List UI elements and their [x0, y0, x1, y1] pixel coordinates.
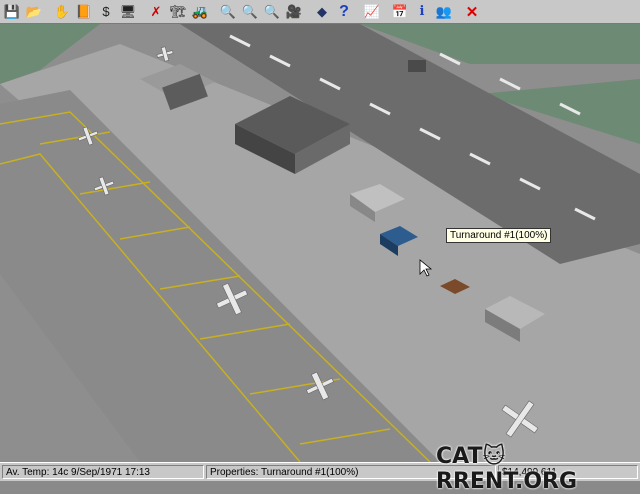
- calendar-icon[interactable]: 📅: [390, 2, 410, 22]
- info-icon[interactable]: i: [412, 2, 432, 22]
- airport-viewport[interactable]: [0, 24, 640, 462]
- load-icon[interactable]: 📂: [24, 2, 44, 22]
- zoom-out-icon[interactable]: 🔍: [218, 2, 238, 22]
- monitor-icon[interactable]: 🖥: [118, 2, 138, 22]
- status-temp-date: Av. Temp: 14c 9/Sep/1971 17:13: [2, 465, 204, 479]
- construct-icon[interactable]: 🏗: [168, 2, 188, 22]
- help-icon[interactable]: ?: [334, 2, 354, 22]
- toolbar: 💾 📂 ✋ 📙 $ 🖥 ✗ 🏗 🚜 🔍 🔍 🔍 🎥 ◆ ? 📈 📅 i 👥 ✕: [0, 0, 640, 24]
- small-building: [408, 60, 426, 72]
- close-icon[interactable]: ✕: [462, 2, 482, 22]
- save-icon[interactable]: 💾: [2, 2, 22, 22]
- watermark: CAT🐱RRENT.ORG: [436, 444, 578, 494]
- zoom-reset-icon[interactable]: 🔍: [262, 2, 282, 22]
- bulldozer-icon[interactable]: 🚜: [190, 2, 210, 22]
- notebook-icon[interactable]: 📙: [74, 2, 94, 22]
- layers-icon[interactable]: ◆: [312, 2, 332, 22]
- graph-icon[interactable]: 📈: [362, 2, 382, 22]
- demolish-icon[interactable]: ✗: [146, 2, 166, 22]
- zoom-in-icon[interactable]: 🔍: [240, 2, 260, 22]
- camera-icon[interactable]: 🎥: [284, 2, 304, 22]
- finance-icon[interactable]: $: [96, 2, 116, 22]
- hand-icon[interactable]: ✋: [52, 2, 72, 22]
- tooltip: Turnaround #1(100%): [446, 228, 552, 243]
- people-icon[interactable]: 👥: [434, 2, 454, 22]
